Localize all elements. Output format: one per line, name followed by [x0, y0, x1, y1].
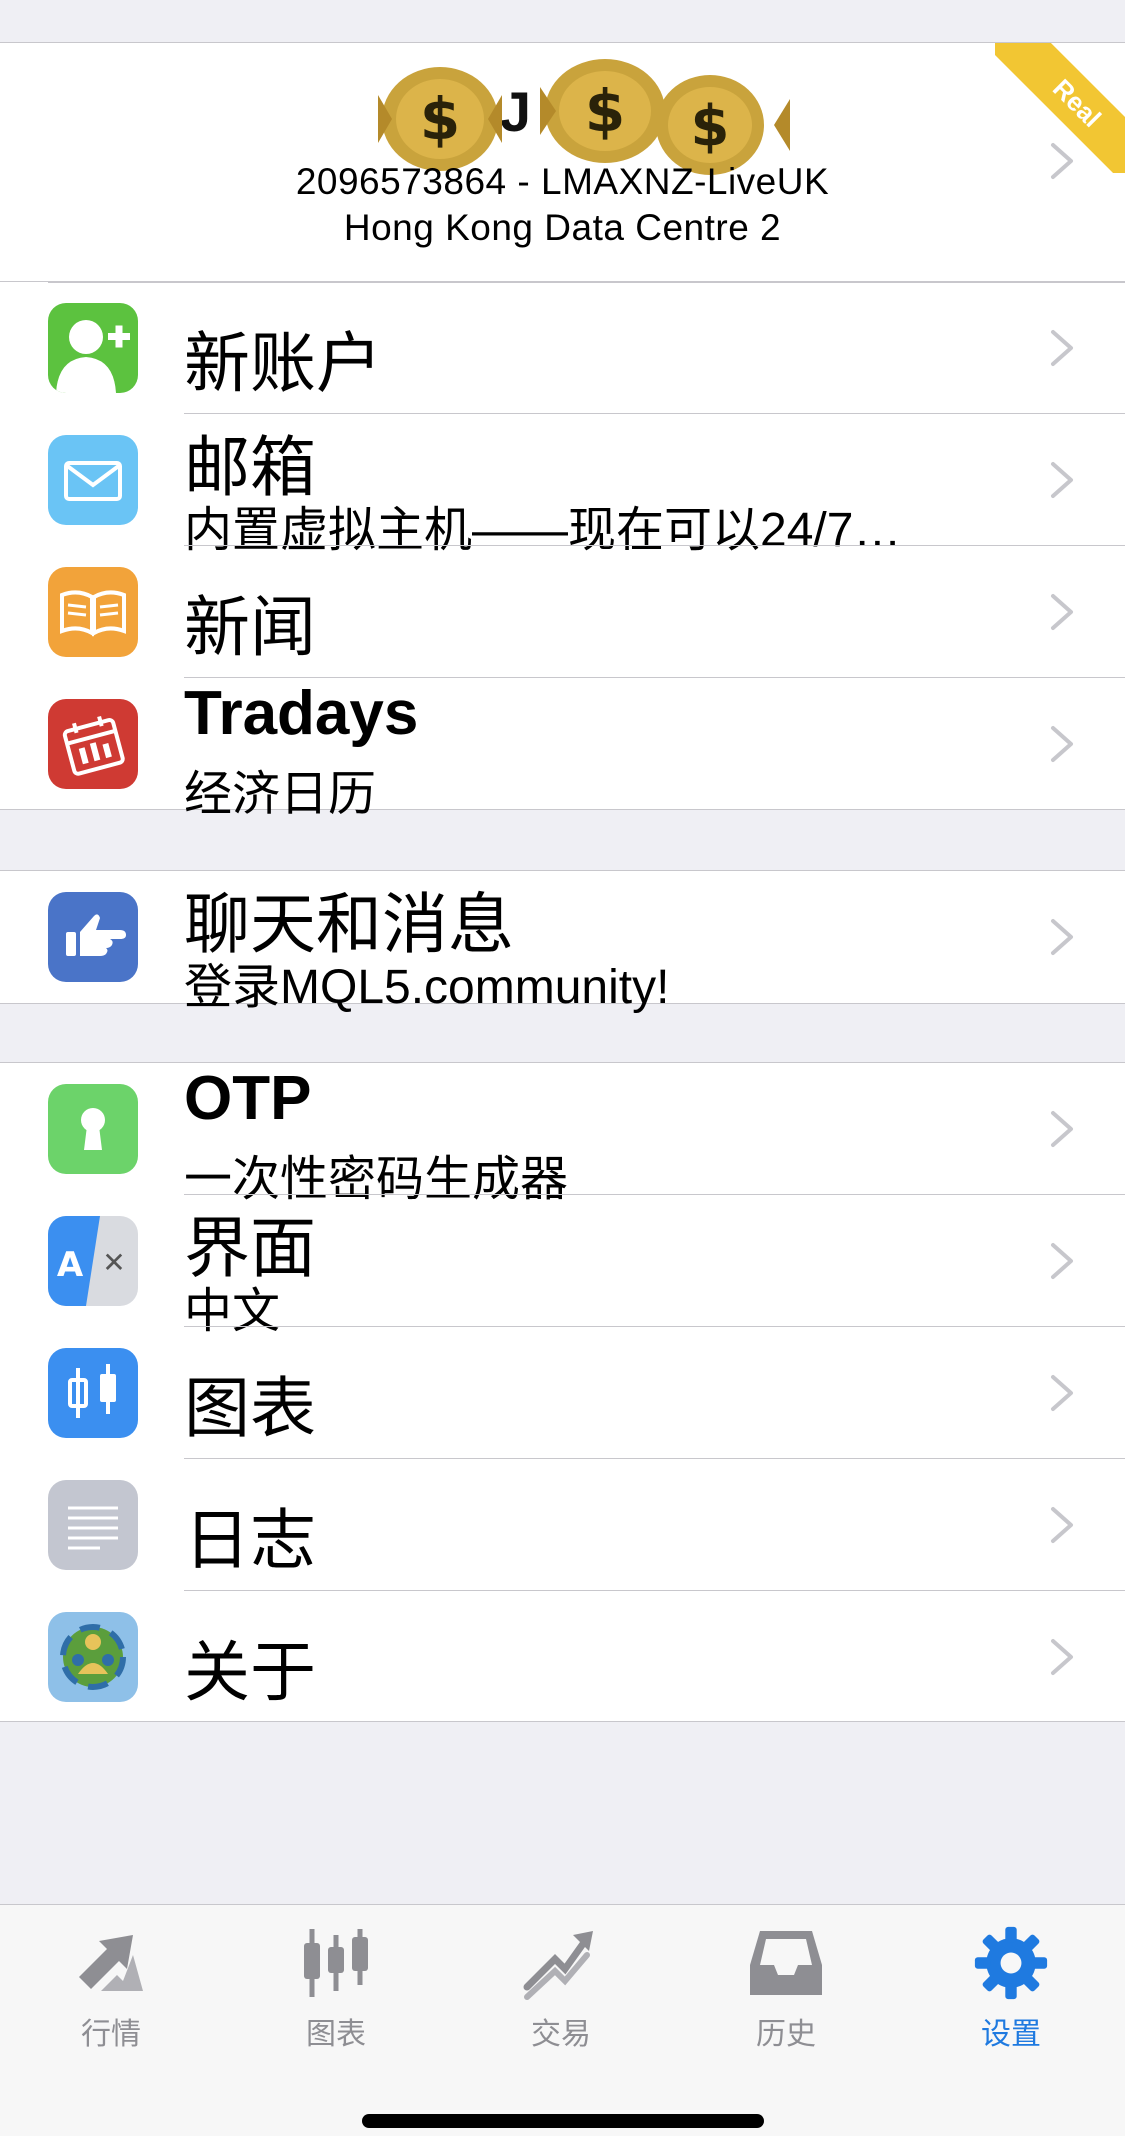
tab-quotes[interactable]: 行情: [36, 1925, 186, 2055]
tab-settings[interactable]: 设置: [936, 1925, 1086, 2055]
chevron-right-icon: [1051, 462, 1073, 498]
svg-text:$: $: [691, 94, 730, 159]
envelope-icon: [48, 435, 138, 525]
candlestick-icon: [304, 1929, 368, 1997]
trade-arrow-icon: [523, 1931, 593, 2000]
chevron-right-icon: [1051, 1111, 1073, 1147]
community-section: 聊天和消息 登录MQL5.community!: [0, 870, 1125, 1014]
menu-item-tradays[interactable]: Tradays 经济日历: [0, 678, 1125, 821]
add-user-icon: [48, 303, 138, 393]
account-number: 2096573864 - LMAXNZ-LiveUK: [295, 161, 830, 202]
keyhole-icon: [48, 1084, 138, 1174]
tab-bar: 行情 图表 交易 历史 设置: [0, 1904, 1125, 2136]
menu-item-chat[interactable]: 聊天和消息 登录MQL5.community!: [0, 871, 1125, 1014]
menu-item-interface[interactable]: A ✕ 界面 中文: [0, 1195, 1125, 1338]
menu-title: 关于: [184, 1635, 316, 1709]
account-section: J a r $ $ $ 2096573864 -: [0, 42, 1125, 282]
calendar-icon: [48, 699, 138, 789]
candlestick-icon: [48, 1348, 138, 1438]
svg-text:A: A: [57, 1245, 84, 1285]
chevron-right-icon: [1051, 726, 1073, 762]
quotes-arrows-icon: [79, 1935, 143, 1991]
menu-item-new-account[interactable]: 新账户: [0, 282, 1125, 414]
chevron-right-icon: [1051, 1243, 1073, 1279]
chevron-right-icon: [1051, 919, 1073, 955]
open-book-icon: [48, 567, 138, 657]
tools-section: 新账户 邮箱 内置虚拟主机——现在可以24/7… 新闻 Tradays 经济日历: [0, 282, 1125, 821]
chevron-right-icon: [1051, 1639, 1073, 1675]
menu-title: OTP: [184, 1064, 312, 1133]
chevron-right-icon: [1051, 1375, 1073, 1411]
chevron-right-icon: [1051, 143, 1073, 179]
menu-item-otp[interactable]: OTP 一次性密码生成器: [0, 1063, 1125, 1206]
hand-point-icon: [48, 892, 138, 982]
tab-label: 设置: [981, 2018, 1041, 2051]
menu-subtitle: 经济日历: [184, 768, 377, 821]
gear-icon: [974, 1926, 1048, 2000]
svg-text:$: $: [585, 77, 625, 145]
menu-title: 日志: [184, 1503, 316, 1577]
lines-icon: [48, 1480, 138, 1570]
menu-item-mailbox[interactable]: 邮箱 内置虚拟主机——现在可以24/7…: [0, 414, 1125, 557]
chevron-right-icon: [1051, 330, 1073, 366]
menu-title: 图表: [184, 1371, 316, 1445]
metatrader-logo-icon: [48, 1612, 138, 1702]
menu-title: Tradays: [184, 679, 419, 748]
svg-text:$: $: [420, 85, 460, 153]
tab-label: 历史: [756, 2018, 816, 2051]
tab-trade[interactable]: 交易: [486, 1925, 636, 2055]
tab-label: 图表: [306, 2018, 366, 2051]
chevron-right-icon: [1051, 594, 1073, 630]
language-icon: A ✕: [48, 1216, 138, 1306]
tab-chart[interactable]: 图表: [261, 1925, 411, 2055]
menu-item-about[interactable]: 关于: [0, 1591, 1125, 1723]
chevron-right-icon: [1051, 1507, 1073, 1543]
menu-title: 新闻: [184, 590, 316, 664]
account-server: Hong Kong Data Centre 2: [343, 207, 782, 248]
menu-title: 新账户: [184, 326, 382, 400]
account-header[interactable]: J a r $ $ $ 2096573864 -: [0, 43, 1125, 283]
menu-item-charts[interactable]: 图表: [0, 1327, 1125, 1459]
tab-label: 交易: [531, 2018, 591, 2051]
inbox-tray-icon: [750, 1931, 822, 1995]
tab-label: 行情: [81, 2018, 141, 2051]
menu-item-journal[interactable]: 日志: [0, 1459, 1125, 1591]
svg-text:✕: ✕: [102, 1246, 125, 1279]
tab-history[interactable]: 历史: [711, 1925, 861, 2055]
home-indicator[interactable]: [362, 2114, 764, 2128]
menu-subtitle: 登录MQL5.community!: [184, 961, 670, 1014]
settings-section: OTP 一次性密码生成器 A ✕ 界面 中文 图表 日志 关于: [0, 1062, 1125, 1722]
menu-item-news[interactable]: 新闻: [0, 546, 1125, 678]
